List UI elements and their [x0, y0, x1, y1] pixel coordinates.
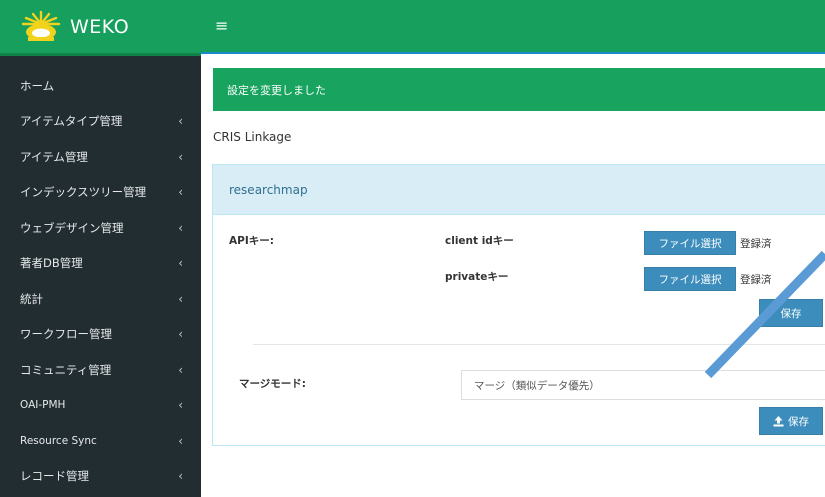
sidebar-item-label: 著者DB管理: [20, 256, 83, 271]
sidebar-item-label: Resource Sync: [20, 434, 97, 447]
sidebar-item-label: インデックスツリー管理: [20, 185, 147, 200]
client-id-key-label: client idキー: [445, 235, 514, 247]
chevron-left-icon: ‹: [178, 220, 183, 235]
brand-header[interactable]: WEKO: [0, 0, 201, 56]
chevron-left-icon: ‹: [178, 433, 183, 448]
sidebar-item-label: アイテム管理: [20, 149, 88, 164]
sidebar-item-resource-sync[interactable]: Resource Sync ‹: [0, 423, 201, 459]
sidebar-item-community-management[interactable]: コミュニティ管理 ‹: [0, 352, 201, 388]
api-key-save-button[interactable]: 保存: [759, 299, 823, 327]
sidebar-item-statistics[interactable]: 統計 ‹: [0, 281, 201, 317]
page-title: CRIS Linkage: [213, 130, 292, 144]
weko-logo-icon: [21, 10, 61, 41]
brand-name: WEKO: [70, 16, 130, 38]
sidebar-item-label: ワークフロー管理: [20, 327, 112, 342]
private-key-registered-status: 登録済: [740, 274, 772, 286]
upload-icon: [773, 415, 784, 426]
merge-mode-select[interactable]: マージ（類似データ優先）: [461, 370, 825, 400]
sidebar-item-author-db-management[interactable]: 著者DB管理 ‹: [0, 246, 201, 282]
sidebar-item-label: ウェブデザイン管理: [20, 220, 124, 235]
chevron-left-icon: ‹: [178, 185, 183, 200]
client-id-registered-status: 登録済: [740, 238, 772, 250]
chevron-left-icon: ‹: [178, 256, 183, 271]
sidebar-item-item-type-management[interactable]: アイテムタイプ管理 ‹: [0, 104, 201, 140]
sidebar-nav: ホーム アイテムタイプ管理 ‹ アイテム管理 ‹ インデックスツリー管理 ‹ ウ…: [0, 68, 201, 494]
researchmap-panel: researchmap APIキー: client idキー ファイル選択 登録…: [212, 164, 825, 446]
sidebar-item-item-management[interactable]: アイテム管理 ‹: [0, 139, 201, 175]
chevron-left-icon: ‹: [178, 291, 183, 306]
client-id-file-select-button[interactable]: ファイル選択: [644, 231, 736, 255]
sidebar-item-label: OAI-PMH: [20, 399, 66, 412]
sidebar: WEKO ホーム アイテムタイプ管理 ‹ アイテム管理 ‹ インデックスツリー管…: [0, 0, 201, 497]
save-label: 保存: [788, 415, 809, 428]
hamburger-menu-icon[interactable]: ≡: [215, 16, 228, 35]
sidebar-item-record-management[interactable]: レコード管理 ‹: [0, 459, 201, 495]
merge-mode-label: マージモード:: [239, 378, 306, 390]
save-label: 保存: [780, 307, 802, 320]
chevron-left-icon: ‹: [178, 149, 183, 164]
merge-mode-save-button[interactable]: 保存: [759, 407, 823, 435]
panel-heading: researchmap: [213, 165, 825, 215]
sidebar-item-label: 統計: [20, 291, 43, 306]
top-navbar: ≡: [201, 0, 825, 54]
sidebar-item-oai-pmh[interactable]: OAI-PMH ‹: [0, 388, 201, 424]
private-key-label: privateキー: [445, 271, 509, 283]
chevron-left-icon: ‹: [178, 398, 183, 413]
sidebar-item-label: アイテムタイプ管理: [20, 114, 123, 129]
sidebar-item-workflow-management[interactable]: ワークフロー管理 ‹: [0, 317, 201, 353]
chevron-left-icon: ‹: [178, 362, 183, 377]
sidebar-item-label: コミュニティ管理: [20, 362, 112, 377]
success-alert: 設定を変更しました: [213, 68, 825, 111]
chevron-left-icon: ‹: [178, 114, 183, 129]
sidebar-item-index-tree-management[interactable]: インデックスツリー管理 ‹: [0, 175, 201, 211]
sidebar-item-label: ホーム: [20, 78, 55, 93]
private-key-file-select-button[interactable]: ファイル選択: [644, 267, 736, 291]
sidebar-item-web-design-management[interactable]: ウェブデザイン管理 ‹: [0, 210, 201, 246]
panel-heading-label: researchmap: [229, 182, 308, 197]
merge-mode-selected-value: マージ（類似データ優先）: [474, 379, 600, 392]
sidebar-item-home[interactable]: ホーム: [0, 68, 201, 104]
chevron-left-icon: ‹: [178, 469, 183, 484]
sidebar-item-label: レコード管理: [20, 469, 89, 484]
api-key-label: APIキー:: [229, 235, 274, 247]
alert-message: 設定を変更しました: [227, 83, 326, 97]
main-content: 設定を変更しました CRIS Linkage researchmap APIキー…: [201, 54, 825, 497]
chevron-left-icon: ‹: [178, 327, 183, 342]
divider: [253, 344, 825, 345]
